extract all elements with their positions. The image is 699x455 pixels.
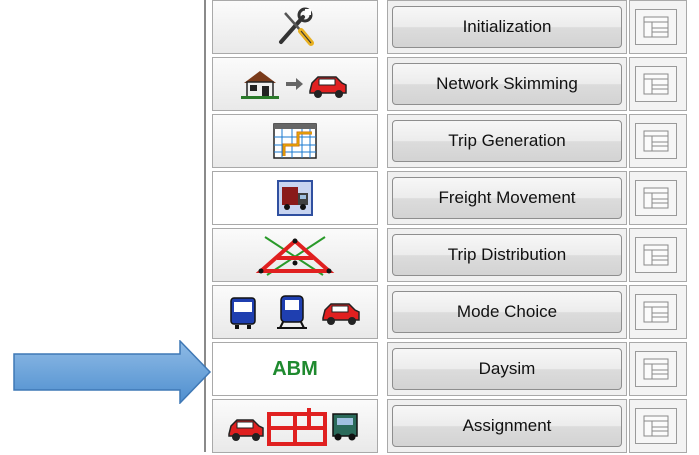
step-row-trip-distribution: Trip Distribution <box>212 228 699 284</box>
report-icon <box>643 415 669 437</box>
initialization-button[interactable]: Initialization <box>392 6 622 48</box>
report-icon <box>643 73 669 95</box>
step-row-mode-choice: Mode Choice <box>212 285 699 341</box>
report-icon <box>643 358 669 380</box>
view-log-button[interactable] <box>635 237 677 273</box>
view-log-button[interactable] <box>635 9 677 45</box>
view-log-button[interactable] <box>635 123 677 159</box>
house-to-car-icon <box>241 71 347 99</box>
truck-icon <box>277 180 313 216</box>
trip-distribution-button[interactable]: Trip Distribution <box>392 234 622 276</box>
step-row-daysim: ABM Daysim <box>212 342 699 398</box>
report-icon <box>643 301 669 323</box>
house-to-car-icon-cell[interactable] <box>212 57 378 111</box>
network-skimming-button[interactable]: Network Skimming <box>392 63 622 105</box>
view-log-button[interactable] <box>635 408 677 444</box>
step-row-network-skimming: Network Skimming <box>212 57 699 113</box>
model-flowchart-panel: Initialization Network Skimming Trip Gen… <box>0 0 699 455</box>
view-log-button[interactable] <box>635 351 677 387</box>
daysim-button[interactable]: Daysim <box>392 348 622 390</box>
view-log-button[interactable] <box>635 66 677 102</box>
report-icon <box>643 130 669 152</box>
step-row-trip-generation: Trip Generation <box>212 114 699 170</box>
tools-icon <box>279 7 314 46</box>
bus-train-car-icon <box>230 295 360 329</box>
report-icon <box>643 187 669 209</box>
report-icon <box>643 16 669 38</box>
bus-train-car-icon-cell[interactable] <box>212 285 378 339</box>
mode-choice-button[interactable]: Mode Choice <box>392 291 622 333</box>
report-icon <box>643 244 669 266</box>
step-row-freight-movement: Freight Movement <box>212 171 699 227</box>
tools-icon-cell[interactable] <box>212 0 378 54</box>
car-network-truck-icon-cell[interactable] <box>212 399 378 453</box>
matrix-chart-icon <box>273 123 317 159</box>
abm-icon-cell[interactable]: ABM <box>212 342 378 396</box>
trip-generation-button[interactable]: Trip Generation <box>392 120 622 162</box>
abm-label: ABM <box>272 357 318 380</box>
step-row-initialization: Initialization <box>212 0 699 56</box>
matrix-chart-icon-cell[interactable] <box>212 114 378 168</box>
view-log-button[interactable] <box>635 180 677 216</box>
step-row-assignment: Assignment <box>212 399 699 455</box>
distribution-network-icon-cell[interactable] <box>212 228 378 282</box>
distribution-network-icon <box>255 236 335 276</box>
view-log-button[interactable] <box>635 294 677 330</box>
truck-icon-cell[interactable] <box>212 171 378 225</box>
car-network-truck-icon <box>228 408 358 446</box>
assignment-button[interactable]: Assignment <box>392 405 622 447</box>
freight-movement-button[interactable]: Freight Movement <box>392 177 622 219</box>
pointer-arrow-icon <box>13 340 212 404</box>
